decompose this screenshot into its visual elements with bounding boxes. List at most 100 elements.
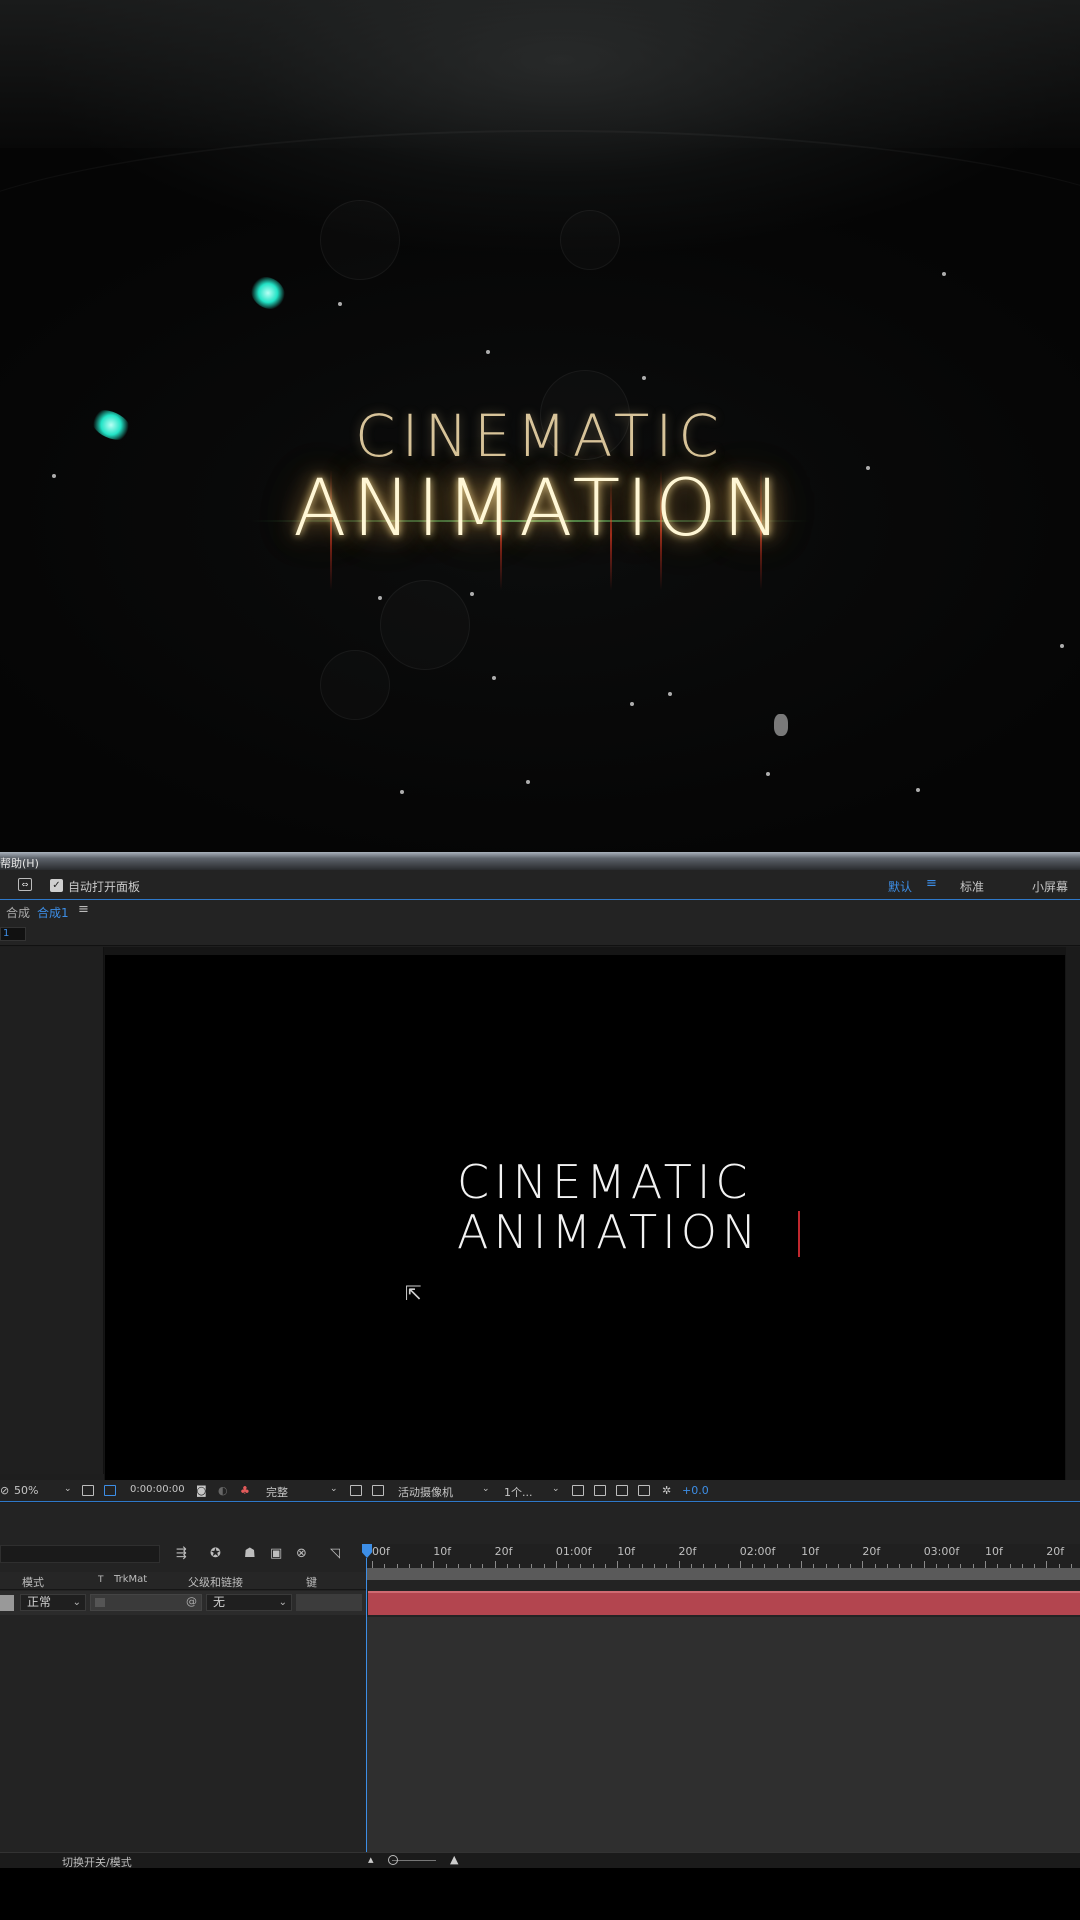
timeline-icon[interactable] [616,1485,628,1496]
chevron-down-icon[interactable]: ⌄ [64,1484,72,1494]
parent-value: 无 [213,1595,226,1609]
ruler-label: 00f [372,1545,390,1558]
col-parent: 父级和链接 [188,1576,243,1589]
cursor-icon: ⇱ [405,1281,422,1305]
timeline-zoom-slider[interactable] [392,1860,436,1861]
blend-mode-dropdown[interactable]: 正常 ⌄ [20,1594,86,1611]
toggle-pixel-aspect-icon[interactable] [572,1485,584,1496]
top-light-band [0,0,1080,148]
dust-particle [668,692,672,696]
composition-viewer[interactable]: CINEMATIC ANIMATION ⇱ [105,955,1065,1480]
layer-duration-bar[interactable] [368,1591,1080,1615]
bokeh [320,200,400,280]
region-of-interest-icon[interactable] [350,1485,362,1496]
ruler-label: 20f [494,1545,513,1558]
tab-composition-1[interactable]: 合成1 [37,904,69,921]
ruler-tick [923,1561,925,1568]
layer-search-input[interactable] [0,1545,160,1563]
transparency-grid-icon[interactable] [372,1485,384,1496]
toolbar: ⇔ ✓ 自动打开面板 默认 ≡ 标准 小屏幕 [0,870,1080,900]
workspace-small-screen[interactable]: 小屏幕 [1032,878,1068,895]
col-trkmat: TrkMat [114,1574,148,1585]
chevron-down-icon[interactable]: ⌄ [552,1484,560,1494]
text-caret [798,1211,800,1257]
grid-icon[interactable] [82,1485,94,1496]
dust-particle [400,790,404,794]
chevron-down-icon: ⌄ [72,1597,81,1608]
motion-blur-icon[interactable]: ⊗ [296,1546,307,1561]
layer-column-headers: 模式 T TrkMat 父级和链接 键 [0,1572,366,1590]
time-ruler[interactable]: 00f 10f 20f 01:00f 10f 20f 02:00f 10f 20f 03:00f 1… [366,1544,1080,1568]
chevron-down-icon[interactable]: ⌄ [330,1484,338,1494]
hide-shy-icon[interactable]: ☗ [244,1546,256,1561]
hero-title-line1: CINEMATIC [355,402,725,470]
ruler-label: 10f [433,1545,452,1558]
trkmat-field[interactable]: @ [90,1594,202,1611]
hamburger-icon[interactable]: ≡ [926,876,937,891]
exposure-icon[interactable]: ✲ [662,1484,671,1497]
frame-blending-icon[interactable]: ▣ [270,1546,282,1561]
dust-particle [942,272,946,276]
ruler-label: 10f [801,1545,819,1558]
resolution-dropdown[interactable]: 完整 [266,1484,288,1500]
chevron-down-icon: ⌄ [278,1597,287,1608]
layer-row[interactable]: 正常 ⌄ @ 无 ⌄ [0,1591,366,1615]
subtab-1[interactable]: 1 [0,927,26,941]
fast-preview-icon[interactable] [594,1485,606,1496]
panel-toggle-icon[interactable]: ⇔ [18,878,32,891]
work-area-bar[interactable] [366,1568,1080,1580]
draft-3d-icon[interactable]: ✪ [210,1546,221,1561]
dust-particle [470,592,474,596]
timeline-status-bar: 切换开关/模式 ▴ ▲ [0,1852,1080,1869]
camera-icon[interactable]: ◙ [196,1484,207,1497]
viewer-text-line1: CINEMATIC [457,1155,753,1209]
zoom-dropdown[interactable]: 50% [14,1484,38,1497]
magnifier-icon[interactable]: ⊘ [0,1484,9,1497]
blend-mode-value: 正常 [27,1595,52,1609]
dust-particle [378,596,382,600]
parent-dropdown[interactable]: 无 ⌄ [206,1594,292,1611]
ruler-label: 20f [1046,1545,1065,1558]
bokeh [560,210,620,270]
zoom-in-icon[interactable]: ▲ [450,1853,458,1866]
flowchart-icon[interactable] [638,1485,650,1496]
ruler-label: 01:00f [555,1545,592,1558]
ruler-label: 20f [862,1545,881,1558]
composition-subtabs: 1 [0,922,1080,946]
color-channel-icon[interactable]: ♣ [240,1484,250,1497]
timeline-header [0,1503,1080,1529]
panel-menu-icon[interactable]: ≡ [78,902,89,917]
composition-nav-icon[interactable]: ⇶ [176,1546,187,1561]
exposure-value[interactable]: +0.0 [682,1484,709,1497]
ruler-tick [617,1561,619,1568]
layer-label-color[interactable] [0,1595,14,1611]
dust-particle [642,376,646,380]
timeline-zoom-knob[interactable] [388,1855,398,1865]
workspace-standard[interactable]: 标准 [960,878,984,895]
keys-cell[interactable] [296,1594,362,1611]
ruler-label: 10f [617,1545,636,1558]
ruler-label: 10f [985,1545,1003,1558]
views-dropdown[interactable]: 1个... [504,1484,533,1500]
current-time[interactable]: 0:00:00:00 [130,1484,185,1495]
dust-particle [1060,644,1064,648]
vertical-scrollbar[interactable] [1066,947,1080,1480]
menu-help[interactable]: 帮助(H) [0,855,39,871]
col-mode: 模式 [22,1576,44,1589]
zoom-out-icon[interactable]: ▴ [368,1853,374,1866]
light-streak [0,130,1080,390]
mask-icon[interactable] [104,1485,116,1496]
track-matte-swatch [95,1598,105,1607]
show-snapshot-icon[interactable]: ◐ [218,1484,228,1497]
ruler-label: 20f [678,1545,697,1558]
graph-editor-icon[interactable]: ◹ [330,1546,340,1561]
pickwhip-icon[interactable]: @ [186,1595,197,1608]
hero-title-line2: ANIMATION [293,464,787,554]
bokeh [320,650,390,720]
camera-dropdown[interactable]: 活动摄像机 [398,1484,453,1500]
chevron-down-icon[interactable]: ⌄ [482,1484,490,1494]
auto-open-checkbox[interactable]: ✓ [50,879,63,892]
workspace-default[interactable]: 默认 [888,878,912,895]
dust-particle [486,350,490,354]
composition-tab-bar: 合成 合成1 ≡ [0,900,1080,922]
